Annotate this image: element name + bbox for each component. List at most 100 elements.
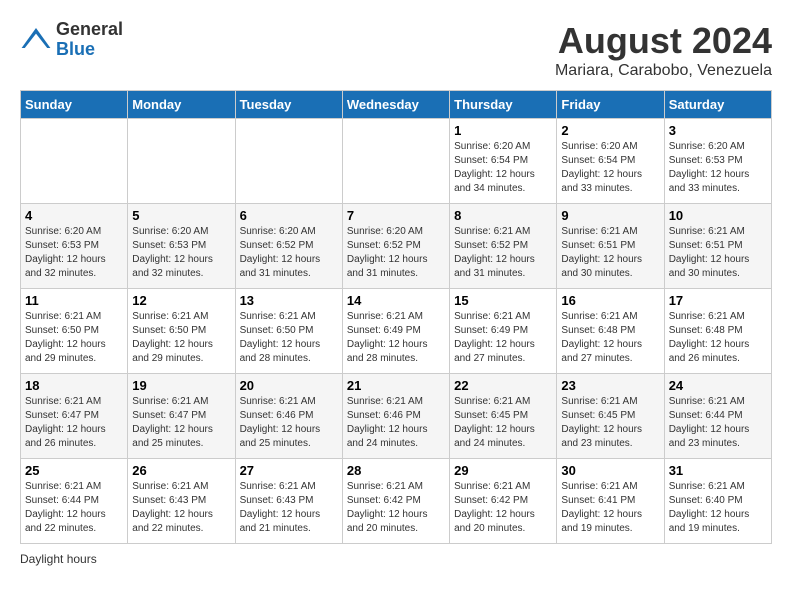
day-info: Sunrise: 6:20 AM Sunset: 6:52 PM Dayligh… — [347, 225, 445, 281]
title-block: August 2024 Mariara, Carabobo, Venezuela — [555, 20, 772, 80]
day-info: Sunrise: 6:21 AM Sunset: 6:48 PM Dayligh… — [561, 310, 659, 366]
calendar-cell: 26 Sunrise: 6:21 AM Sunset: 6:43 PM Dayli… — [128, 459, 235, 544]
day-info: Sunrise: 6:21 AM Sunset: 6:51 PM Dayligh… — [669, 225, 767, 281]
calendar-week-row: 25Sunrise: 6:21 AM Sunset: 6:44 PM Dayli… — [21, 459, 772, 544]
calendar-cell: 29 Sunrise: 6:21 AM Sunset: 6:42 PM Dayli… — [450, 459, 557, 544]
day-info: Sunrise: 6:21 AM Sunset: 6:42 PM Dayligh… — [454, 480, 552, 536]
day-info: Sunrise: 6:20 AM Sunset: 6:53 PM Dayligh… — [669, 140, 767, 196]
weekday-header-wednesday: Wednesday — [342, 91, 449, 119]
day-info: Sunrise: 6:21 AM Sunset: 6:45 PM Dayligh… — [454, 395, 552, 451]
calendar-cell: 17 Sunrise: 6:21 AM Sunset: 6:48 PM Dayli… — [664, 289, 771, 374]
calendar-cell — [235, 119, 342, 204]
weekday-header-friday: Friday — [557, 91, 664, 119]
calendar-cell: 23 Sunrise: 6:21 AM Sunset: 6:45 PM Dayli… — [557, 374, 664, 459]
day-number: 1 — [454, 123, 552, 138]
calendar-cell: 18 Sunrise: 6:21 AM Sunset: 6:47 PM Dayli… — [21, 374, 128, 459]
day-info: Sunrise: 6:20 AM Sunset: 6:53 PM Dayligh… — [25, 225, 123, 281]
day-number: 6 — [240, 208, 338, 223]
calendar-cell: 25Sunrise: 6:21 AM Sunset: 6:44 PM Dayli… — [21, 459, 128, 544]
weekday-header-sunday: Sunday — [21, 91, 128, 119]
day-number: 3 — [669, 123, 767, 138]
day-number: 18 — [25, 378, 123, 393]
day-info: Sunrise: 6:20 AM Sunset: 6:53 PM Dayligh… — [132, 225, 230, 281]
day-number: 12 — [132, 293, 230, 308]
day-number: 15 — [454, 293, 552, 308]
calendar-week-row: 4 Sunrise: 6:20 AM Sunset: 6:53 PM Daylig… — [21, 204, 772, 289]
logo-icon — [20, 24, 52, 56]
day-info: Sunrise: 6:21 AM Sunset: 6:46 PM Dayligh… — [240, 395, 338, 451]
calendar-cell: 13 Sunrise: 6:21 AM Sunset: 6:50 PM Dayli… — [235, 289, 342, 374]
day-info: Sunrise: 6:21 AM Sunset: 6:48 PM Dayligh… — [669, 310, 767, 366]
day-info: Sunrise: 6:21 AM Sunset: 6:44 PM Dayligh… — [669, 395, 767, 451]
calendar-cell: 2Sunrise: 6:20 AM Sunset: 6:54 PM Daylig… — [557, 119, 664, 204]
day-info: Sunrise: 6:20 AM Sunset: 6:54 PM Dayligh… — [454, 140, 552, 196]
day-number: 16 — [561, 293, 659, 308]
day-number: 26 — [132, 463, 230, 478]
day-number: 5 — [132, 208, 230, 223]
calendar-cell: 28 Sunrise: 6:21 AM Sunset: 6:42 PM Dayli… — [342, 459, 449, 544]
calendar-cell: 24 Sunrise: 6:21 AM Sunset: 6:44 PM Dayli… — [664, 374, 771, 459]
calendar-cell: 22 Sunrise: 6:21 AM Sunset: 6:45 PM Dayli… — [450, 374, 557, 459]
day-info: Sunrise: 6:21 AM Sunset: 6:50 PM Dayligh… — [132, 310, 230, 366]
calendar-cell: 5 Sunrise: 6:20 AM Sunset: 6:53 PM Daylig… — [128, 204, 235, 289]
day-number: 13 — [240, 293, 338, 308]
calendar-cell: 14 Sunrise: 6:21 AM Sunset: 6:49 PM Dayli… — [342, 289, 449, 374]
day-number: 14 — [347, 293, 445, 308]
calendar-cell: 4 Sunrise: 6:20 AM Sunset: 6:53 PM Daylig… — [21, 204, 128, 289]
day-info: Sunrise: 6:21 AM Sunset: 6:47 PM Dayligh… — [25, 395, 123, 451]
logo-general: General — [56, 20, 123, 40]
calendar-cell — [128, 119, 235, 204]
day-number: 22 — [454, 378, 552, 393]
day-number: 23 — [561, 378, 659, 393]
logo-text: General Blue — [56, 20, 123, 60]
day-info: Sunrise: 6:21 AM Sunset: 6:41 PM Dayligh… — [561, 480, 659, 536]
calendar-cell: 9Sunrise: 6:21 AM Sunset: 6:51 PM Daylig… — [557, 204, 664, 289]
day-number: 31 — [669, 463, 767, 478]
day-info: Sunrise: 6:21 AM Sunset: 6:42 PM Dayligh… — [347, 480, 445, 536]
calendar-week-row: 1 Sunrise: 6:20 AM Sunset: 6:54 PM Daylig… — [21, 119, 772, 204]
logo-blue: Blue — [56, 40, 123, 60]
calendar-week-row: 18 Sunrise: 6:21 AM Sunset: 6:47 PM Dayli… — [21, 374, 772, 459]
day-info: Sunrise: 6:21 AM Sunset: 6:50 PM Dayligh… — [240, 310, 338, 366]
day-number: 27 — [240, 463, 338, 478]
day-number: 29 — [454, 463, 552, 478]
day-info: Sunrise: 6:21 AM Sunset: 6:46 PM Dayligh… — [347, 395, 445, 451]
day-info: Sunrise: 6:21 AM Sunset: 6:40 PM Dayligh… — [669, 480, 767, 536]
calendar-cell: 31 Sunrise: 6:21 AM Sunset: 6:40 PM Dayli… — [664, 459, 771, 544]
day-info: Sunrise: 6:21 AM Sunset: 6:49 PM Dayligh… — [347, 310, 445, 366]
calendar-cell: 10 Sunrise: 6:21 AM Sunset: 6:51 PM Dayli… — [664, 204, 771, 289]
day-number: 28 — [347, 463, 445, 478]
calendar-cell — [342, 119, 449, 204]
day-number: 10 — [669, 208, 767, 223]
day-number: 7 — [347, 208, 445, 223]
weekday-header-thursday: Thursday — [450, 91, 557, 119]
weekday-header-tuesday: Tuesday — [235, 91, 342, 119]
calendar-cell: 1 Sunrise: 6:20 AM Sunset: 6:54 PM Daylig… — [450, 119, 557, 204]
calendar-cell: 12 Sunrise: 6:21 AM Sunset: 6:50 PM Dayli… — [128, 289, 235, 374]
calendar-cell: 16 Sunrise: 6:21 AM Sunset: 6:48 PM Dayli… — [557, 289, 664, 374]
calendar-cell: 6 Sunrise: 6:20 AM Sunset: 6:52 PM Daylig… — [235, 204, 342, 289]
day-number: 9 — [561, 208, 659, 223]
day-number: 24 — [669, 378, 767, 393]
calendar-cell — [21, 119, 128, 204]
day-number: 4 — [25, 208, 123, 223]
calendar-cell: 21Sunrise: 6:21 AM Sunset: 6:46 PM Dayli… — [342, 374, 449, 459]
day-info: Sunrise: 6:21 AM Sunset: 6:43 PM Dayligh… — [240, 480, 338, 536]
calendar-cell: 27 Sunrise: 6:21 AM Sunset: 6:43 PM Dayli… — [235, 459, 342, 544]
month-year: August 2024 — [555, 20, 772, 62]
calendar-table: SundayMondayTuesdayWednesdayThursdayFrid… — [20, 90, 772, 544]
day-info: Sunrise: 6:21 AM Sunset: 6:43 PM Dayligh… — [132, 480, 230, 536]
day-info: Sunrise: 6:20 AM Sunset: 6:54 PM Dayligh… — [561, 140, 659, 196]
day-number: 25 — [25, 463, 123, 478]
calendar-week-row: 11Sunrise: 6:21 AM Sunset: 6:50 PM Dayli… — [21, 289, 772, 374]
day-number: 17 — [669, 293, 767, 308]
day-info: Sunrise: 6:20 AM Sunset: 6:52 PM Dayligh… — [240, 225, 338, 281]
footer: Daylight hours — [20, 552, 772, 566]
weekday-header-row: SundayMondayTuesdayWednesdayThursdayFrid… — [21, 91, 772, 119]
daylight-label: Daylight hours — [20, 552, 97, 566]
day-number: 8 — [454, 208, 552, 223]
day-number: 19 — [132, 378, 230, 393]
day-number: 30 — [561, 463, 659, 478]
logo: General Blue — [20, 20, 123, 60]
day-info: Sunrise: 6:21 AM Sunset: 6:45 PM Dayligh… — [561, 395, 659, 451]
